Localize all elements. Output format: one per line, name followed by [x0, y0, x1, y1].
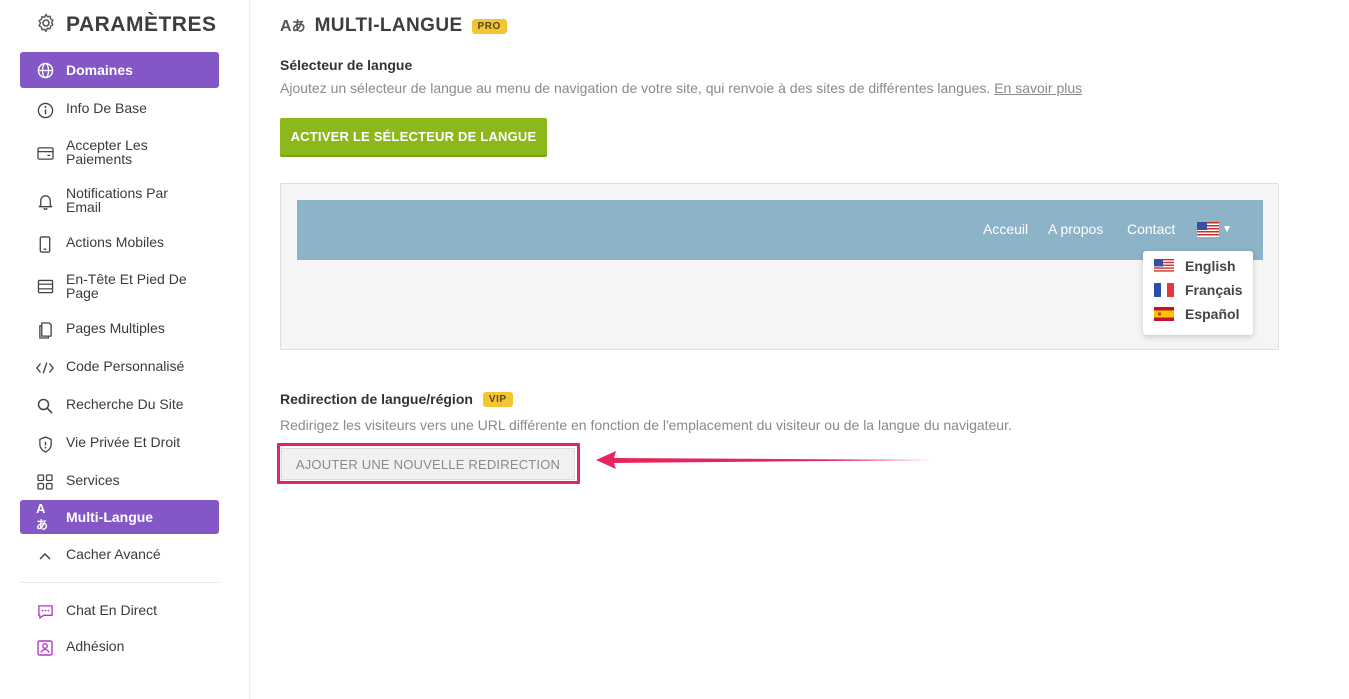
sidebar-item-label: Notifications Par Email: [66, 185, 168, 215]
learn-more-link[interactable]: En savoir plus: [994, 80, 1082, 96]
sidebar-item-adhesion[interactable]: Adhésion: [20, 639, 219, 657]
gear-icon: [36, 13, 56, 38]
language-option-francais[interactable]: Français: [1154, 280, 1243, 300]
sidebar-item-services[interactable]: Services: [20, 473, 219, 491]
redirect-description: Redirigez les visiteurs vers une URL dif…: [280, 417, 1012, 433]
info-icon: [36, 101, 54, 119]
sidebar-item-label: Accepter Les Paiements: [66, 137, 148, 167]
sidebar-item-label: Multi-Langue: [66, 509, 154, 525]
sidebar-item-paiements[interactable]: Accepter Les Paiements: [20, 138, 219, 166]
es-flag-icon: [1154, 307, 1174, 321]
sidebar-item-label: Adhésion: [66, 638, 125, 654]
annotation-arrow: [596, 451, 934, 469]
language-dropdown: English Français Español: [1143, 251, 1253, 335]
sidebar-item-label: Chat En Direct: [66, 602, 158, 618]
sidebar-item-label: Pages Multiples: [66, 320, 165, 336]
search-icon: [36, 397, 54, 415]
translate-icon: Aあ: [36, 501, 49, 532]
sidebar-item-domaines[interactable]: Domaines: [20, 52, 219, 88]
sidebar-divider: [20, 582, 219, 583]
sidebar-item-info[interactable]: Info De Base: [20, 101, 219, 119]
sidebar-item-label: Cacher Avancé: [66, 546, 161, 562]
translate-icon: Aあ: [280, 18, 306, 35]
us-flag-icon: [1154, 259, 1174, 273]
sidebar-item-label: Info De Base: [66, 100, 147, 116]
bell-icon: [36, 192, 54, 210]
sidebar-item-entete[interactable]: En-Tête Et Pied De Page: [20, 272, 219, 300]
selector-description: Ajoutez un sélecteur de langue au menu d…: [280, 80, 1082, 96]
sidebar-item-label: Actions Mobiles: [66, 234, 165, 250]
sidebar-item-mobile[interactable]: Actions Mobiles: [20, 235, 219, 253]
shield-icon: [36, 435, 54, 453]
sidebar-item-vie-privee[interactable]: Vie Privée Et Droit: [20, 435, 219, 453]
language-option-espanol[interactable]: Español: [1154, 304, 1239, 324]
grid-icon: [36, 473, 54, 491]
sidebar-item-label: Vie Privée Et Droit: [66, 434, 181, 450]
preview-nav-link: Acceuil: [983, 221, 1029, 237]
sidebar-item-label: Domaines: [66, 62, 133, 78]
sidebar-item-label: Services: [66, 472, 120, 488]
redirect-heading-row: Redirection de langue/région VIP: [280, 391, 513, 407]
activate-language-selector-button[interactable]: ACTIVER LE SÉLECTEUR DE LANGUE: [280, 118, 547, 155]
pages-icon: [36, 321, 54, 339]
page-title: MULTI-LANGUE: [314, 15, 463, 36]
fr-flag-icon: [1154, 283, 1174, 297]
selector-description-text: Ajoutez un sélecteur de langue au menu d…: [280, 80, 991, 96]
sidebar-title: PARAMÈTRES: [66, 13, 217, 36]
preview-nav-bar: Acceuil A propos Contact ▼: [297, 200, 1263, 260]
preview-nav-link: A propos: [1048, 221, 1104, 237]
chat-icon: [36, 603, 54, 621]
page-header: Aあ MULTI-LANGUE PRO: [280, 14, 507, 38]
us-flag-icon: [1197, 222, 1219, 237]
sidebar-item-pages[interactable]: Pages Multiples: [20, 321, 219, 339]
sidebar-item-cacher-avance[interactable]: Cacher Avancé: [20, 547, 219, 565]
sidebar-item-label: En-Tête Et Pied De Page: [66, 271, 187, 301]
sidebar-header: PARAMÈTRES: [36, 12, 216, 38]
sidebar-item-recherche[interactable]: Recherche Du Site: [20, 397, 219, 415]
sidebar-item-code[interactable]: Code Personnalisé: [20, 359, 219, 377]
language-option-english[interactable]: English: [1154, 256, 1236, 276]
mobile-icon: [36, 235, 54, 253]
sidebar-item-label: Recherche Du Site: [66, 396, 184, 412]
preview-nav-link: Contact: [1127, 221, 1176, 237]
selector-heading: Sélecteur de langue: [280, 57, 413, 73]
wallet-icon: [36, 144, 54, 162]
caret-down-icon: ▼: [1222, 224, 1232, 235]
sidebar-item-label: Code Personnalisé: [66, 358, 185, 374]
globe-icon: [36, 61, 54, 79]
pro-badge: PRO: [471, 18, 507, 34]
code-icon: [36, 359, 54, 377]
sidebar-item-notifications[interactable]: Notifications Par Email: [20, 186, 219, 214]
member-icon: [36, 639, 54, 657]
chevron-up-icon: [36, 547, 54, 565]
sidebar: PARAMÈTRES Domaines Info De Base Accepte…: [0, 0, 250, 699]
layout-icon: [36, 277, 54, 295]
language-selector-preview: Acceuil A propos Contact ▼ English Franç…: [280, 183, 1279, 350]
redirect-heading: Redirection de langue/région: [280, 391, 473, 407]
vip-badge: VIP: [482, 391, 513, 407]
sidebar-item-multi-langue[interactable]: Aあ Multi-Langue: [20, 500, 219, 534]
highlight-box: [277, 443, 580, 484]
sidebar-item-chat[interactable]: Chat En Direct: [20, 603, 219, 621]
